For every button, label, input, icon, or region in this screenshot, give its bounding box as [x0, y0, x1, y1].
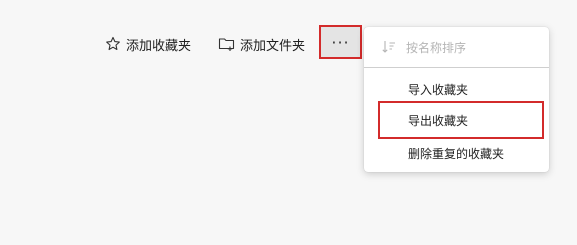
sort-icon [380, 38, 398, 56]
add-folder-label: 添加文件夹 [240, 38, 306, 54]
more-options-button[interactable]: ··· [319, 25, 362, 59]
more-options-menu: 按名称排序 导入收藏夹 导出收藏夹 删除重复的收藏夹 [364, 27, 549, 172]
remove-duplicate-favorites-item[interactable]: 删除重复的收藏夹 [364, 139, 549, 167]
import-favorites-item[interactable]: 导入收藏夹 [364, 75, 549, 103]
menu-divider [364, 67, 549, 68]
remove-duplicate-favorites-label: 删除重复的收藏夹 [408, 146, 505, 161]
export-favorites-label: 导出收藏夹 [408, 113, 469, 128]
sort-by-name-label: 按名称排序 [406, 40, 467, 55]
folder-add-icon [218, 35, 236, 53]
import-favorites-label: 导入收藏夹 [408, 82, 469, 97]
star-icon [104, 35, 122, 53]
export-favorites-item[interactable]: 导出收藏夹 [364, 106, 549, 134]
add-folder-button[interactable]: 添加文件夹 [218, 32, 305, 56]
add-favorite-button[interactable]: 添加收藏夹 [104, 32, 191, 56]
add-favorite-label: 添加收藏夹 [126, 38, 192, 54]
sort-by-name-item[interactable]: 按名称排序 [364, 33, 549, 61]
more-icon: ··· [331, 32, 350, 52]
